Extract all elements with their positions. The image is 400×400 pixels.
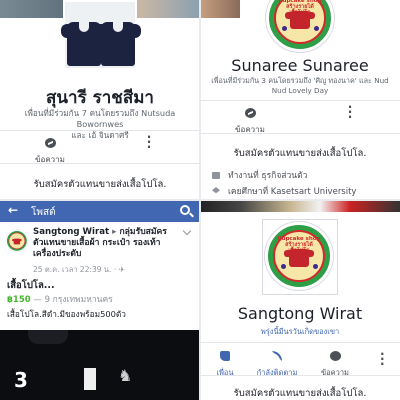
logo-shirt-icon [12,238,22,245]
top-app-bar: ← โพสต์ [0,200,200,222]
logo-inner: Cupcake shop สร้างรายได้ เสื้อโปโล [274,0,326,44]
more-icon[interactable]: · · · [343,101,357,123]
logo-dot [313,264,318,269]
intro-text: รับสมัครตัวแทนขายส่งเสื้อโปโล. [233,388,367,399]
mutual-friends[interactable]: เพื่อนที่มีร่วมกัน 3 คนโดยรวมถึง 'ศิญู ท… [204,76,396,96]
profile-logo[interactable]: Cupcake shop สร้างรายได้ เสื้อโปโล [266,0,334,52]
mutual-friends-line: Nud Lovely Day [271,86,329,95]
price-row: ฿150 — 9 กรุงเทพมหานคร [7,292,113,306]
cover-photo[interactable] [200,0,240,18]
shirt-number: 3 [14,368,28,392]
work-info: ทำงานที่ ธุรกิจส่วนตัว [212,168,307,182]
messenger-icon [329,351,341,361]
friend-label: เพื่อน [216,368,234,377]
logo-inner [8,232,26,250]
graduation-cap-icon [212,187,220,194]
profile-panel-sunaree-thai: สุนารี ราชสีมา เพื่อนที่มีร่วมกัน 7 คนโด… [0,0,200,200]
profile-name: Sangtong Wirat [237,304,363,323]
search-icon[interactable] [180,205,190,215]
friend-icon [220,351,230,361]
more-icon[interactable]: · · · [142,131,156,153]
polo-collar [28,330,68,344]
message-button[interactable]: ข้อความ [220,103,280,136]
post-photo[interactable]: 3 ♞ [0,330,200,400]
cover-photo[interactable] [200,200,400,212]
more-icon[interactable]: · · · [380,348,385,370]
profile-photo-frame[interactable]: Cupcake shop สร้างรายได้ เสื้อโปโล [262,219,338,295]
action-bar: ข้อความ · · · [200,100,400,134]
intro-text: รับสมัครตัวแทนขายส่งเสื้อโปโล. [33,179,167,190]
post-header: Sangtong Wirat ▸ กลุ่มรับสมัครตัวแทนขายเ… [33,227,183,260]
briefcase-icon [212,171,220,179]
profile-logo: Cupcake shop สร้างรายได้ เสื้อโปโล [265,222,333,290]
following-button[interactable]: กำลังติดตาม [252,346,302,379]
friend-button[interactable]: เพื่อน [202,346,248,379]
back-arrow-icon[interactable]: ← [8,203,18,217]
education-text: เคยศึกษาที่ Kasetsart University [228,187,357,197]
profile-name: สุนารี ราชสีมา [46,88,154,108]
logo-dot [282,26,287,31]
messenger-icon [244,108,256,118]
panel-divider [0,199,400,201]
profile-photo[interactable] [61,0,141,70]
price: ฿150 [7,295,31,305]
profile-panel-sunaree-english: Cupcake shop สร้างรายได้ เสื้อโปโล Sunar… [200,0,400,200]
intro-text: รับสมัครตัวแทนขายส่งเสื้อโปโล. [233,148,367,159]
logo-shirt-icon [285,11,315,29]
post-menu-chevron-icon[interactable] [182,226,192,236]
profile-name: Sunaree Sunaree [231,56,369,75]
message-label: ข้อความ [235,125,265,134]
author-avatar[interactable] [6,230,28,252]
logo-dot [314,26,319,31]
message-label: ข้อความ [320,368,349,377]
logo-inner: Cupcake shop สร้างรายได้ เสื้อโปโล [273,230,325,282]
logo-dot [281,264,286,269]
polo-logo-icon: ♞ [118,366,133,385]
rss-icon [272,351,282,361]
message-button[interactable]: ข้อความ [20,133,80,166]
post-panel: ← โพสต์ Sangtong Wirat ▸ กลุ่มรับสมัครตั… [0,200,200,400]
mutual-friends-line: เพื่อนที่มีร่วมกัน 7 คนโดยรวมถึง Nutsuda… [24,108,176,129]
profile-panel-sangtong: Cupcake shop สร้างรายได้ เสื้อโปโล Sangt… [200,200,400,400]
price-tag [84,368,96,390]
message-button[interactable]: ข้อความ [312,346,358,379]
education-info: เคยศึกษาที่ Kasetsart University [212,184,356,198]
share-arrow: ▸ [112,227,117,237]
avatar-logo [6,230,28,252]
messenger-icon [44,138,56,148]
polo-shirt-image [95,22,141,66]
page-title: โพสต์ [31,207,56,218]
post-description: เสื้อโปโล.สีดำ.มีของพร้อม500ตัว [7,309,126,319]
work-text: ทำงานที่ ธุรกิจส่วนตัว [228,171,308,181]
location: — 9 กรุงเทพมหานคร [33,295,113,305]
sale-post-title: เสื้อโปโล... [7,280,55,291]
action-bar: ข้อความ · · · [0,130,200,164]
author-name[interactable]: Sangtong Wirat [33,227,109,237]
post-timestamp[interactable]: 25 ต.ค. เวลา 22:39 น. · ✈ [33,264,125,276]
following-label: กำลังติดตาม [256,368,298,377]
message-label: ข้อความ [35,155,65,164]
logo-shirt-icon [284,249,314,267]
mutual-friends-line: เพื่อนที่มีร่วมกัน 3 คนโดยรวมถึง 'ศิญู ท… [211,76,389,85]
birthday-notice[interactable]: พรุ่งนี้มีนรวันเกิดของเขา [200,326,400,338]
action-bar: เพื่อน กำลังติดตาม ข้อความ · · · [200,342,400,379]
